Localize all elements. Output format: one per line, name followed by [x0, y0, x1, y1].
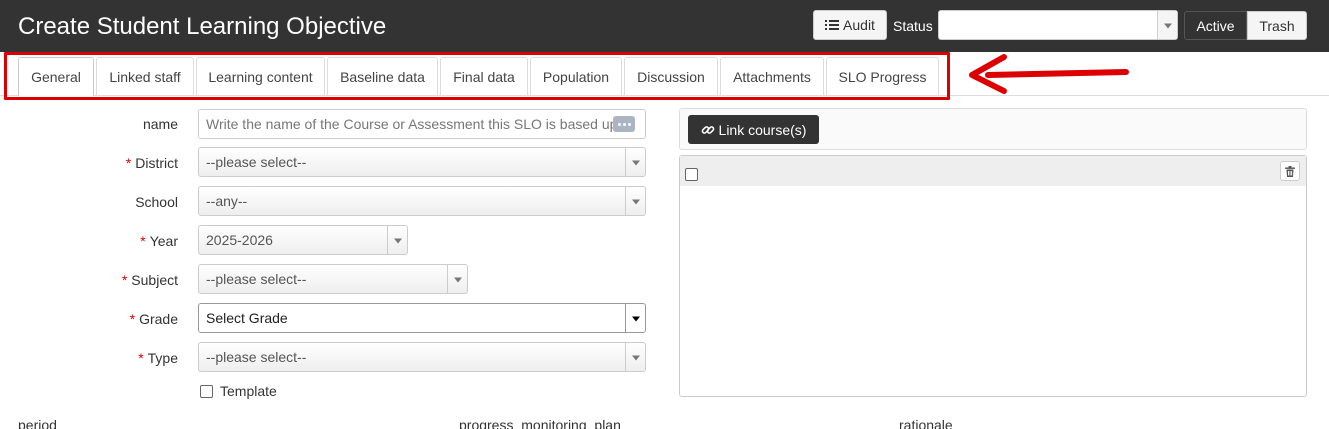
school-value: --any-- — [206, 193, 248, 209]
template-checkbox[interactable] — [200, 385, 213, 398]
year-label: * Year — [140, 233, 178, 249]
delete-button[interactable] — [1280, 161, 1300, 181]
district-select[interactable]: --please select-- — [198, 147, 646, 177]
grade-select[interactable]: Select Grade — [198, 303, 646, 333]
link-courses-button[interactable]: Link course(s) — [688, 115, 819, 144]
chevron-down-icon — [631, 199, 640, 205]
rationale-label: rationale — [899, 417, 953, 429]
district-value: --please select-- — [206, 154, 307, 170]
type-select[interactable]: --please select-- — [198, 342, 646, 372]
year-value: 2025-2026 — [206, 232, 273, 248]
audit-label: Audit — [843, 17, 875, 33]
link-courses-label: Link course(s) — [718, 121, 807, 138]
chevron-down-icon — [631, 316, 640, 322]
status-select[interactable] — [938, 10, 1178, 40]
more-options-icon[interactable] — [613, 116, 635, 132]
subject-label: * Subject — [121, 272, 178, 288]
courses-list-header — [680, 156, 1306, 186]
chevron-down-icon — [453, 277, 462, 283]
tab-general[interactable]: General — [18, 57, 94, 96]
chevron-down-icon — [631, 355, 640, 361]
status-label: Status — [893, 18, 933, 34]
chevron-down-icon — [393, 238, 402, 244]
template-label: Template — [220, 383, 277, 399]
tab-baseline-data[interactable]: Baseline data — [327, 57, 438, 95]
tab-attachments[interactable]: Attachments — [720, 57, 824, 95]
type-value: --please select-- — [206, 349, 307, 365]
trash-icon — [1285, 165, 1295, 177]
annotation-arrow-icon — [969, 54, 1129, 94]
select-all-checkbox[interactable] — [685, 168, 698, 181]
name-label: name — [142, 116, 178, 132]
name-field[interactable]: Write the name of the Course or Assessme… — [198, 109, 646, 139]
district-label: * District — [125, 155, 178, 171]
trash-toggle[interactable]: Trash — [1247, 11, 1307, 40]
tab-discussion[interactable]: Discussion — [624, 57, 718, 95]
tab-population[interactable]: Population — [530, 57, 622, 95]
tab-slo-progress[interactable]: SLO Progress — [826, 57, 939, 95]
progress-monitoring-plan-label: progress_monitoring_plan — [459, 417, 621, 429]
audit-button[interactable]: Audit — [813, 10, 887, 40]
status-dropdown-toggle[interactable] — [1157, 11, 1177, 39]
link-icon — [701, 125, 714, 134]
grade-label: * Grade — [129, 311, 178, 327]
school-select[interactable]: --any-- — [198, 186, 646, 216]
courses-list — [679, 155, 1307, 397]
chevron-down-icon — [631, 160, 640, 166]
tab-linked-staff[interactable]: Linked staff — [96, 57, 194, 95]
period-label: period — [18, 417, 57, 429]
subject-value: --please select-- — [206, 271, 307, 287]
name-placeholder: Write the name of the Course or Assessme… — [206, 116, 633, 132]
active-toggle[interactable]: Active — [1184, 11, 1247, 40]
tab-final-data[interactable]: Final data — [440, 57, 528, 95]
grade-value: Select Grade — [206, 310, 288, 326]
type-label: * Type — [138, 350, 178, 366]
subject-select[interactable]: --please select-- — [198, 264, 468, 294]
chevron-down-icon — [1163, 23, 1172, 29]
page-title: Create Student Learning Objective — [18, 13, 387, 40]
list-icon — [825, 20, 840, 30]
school-label: School — [135, 194, 178, 210]
year-select[interactable]: 2025-2026 — [198, 225, 408, 255]
tab-learning-content[interactable]: Learning content — [196, 57, 325, 95]
